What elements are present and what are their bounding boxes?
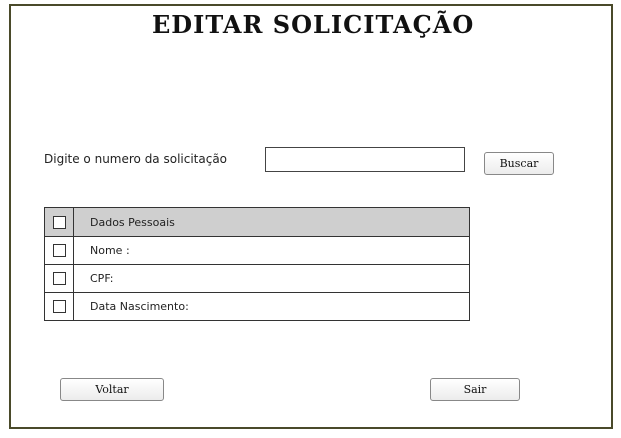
page-title: EDITAR SOLICITAÇÃO [152, 10, 475, 39]
table-header-label: Dados Pessoais [90, 215, 175, 229]
exit-button[interactable]: Sair [430, 378, 520, 401]
search-label: Digite o numero da solicitação [44, 152, 228, 166]
table-row: Data Nascimento: [45, 292, 469, 320]
name-checkbox[interactable] [52, 244, 66, 257]
table-row: CPF: [45, 264, 469, 292]
table-row: Nome : [45, 236, 469, 264]
select-all-checkbox[interactable] [52, 215, 66, 229]
table-header-row: Dados Pessoais [45, 208, 469, 236]
personal-data-table: Dados Pessoais Nome : CPF: Data Nascimen… [44, 207, 470, 321]
cpf-label: CPF: [90, 272, 114, 285]
cpf-checkbox[interactable] [52, 272, 66, 285]
request-number-input[interactable] [265, 147, 465, 172]
birth-date-label: Data Nascimento: [90, 300, 189, 313]
name-label: Nome : [90, 244, 130, 257]
birth-date-checkbox[interactable] [52, 300, 66, 313]
back-button[interactable]: Voltar [60, 378, 164, 401]
search-button[interactable]: Buscar [484, 152, 554, 175]
